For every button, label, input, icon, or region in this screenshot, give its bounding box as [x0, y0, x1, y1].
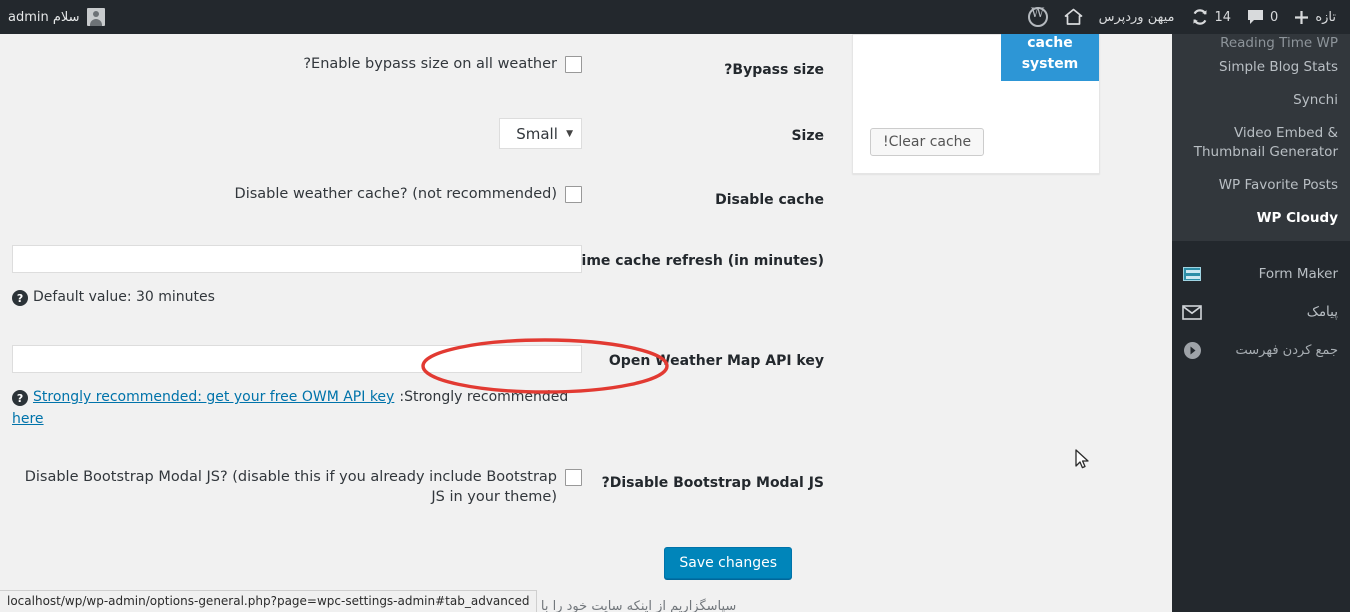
time-cache-refresh-helper: ? Default value: 30 minutes [12, 287, 582, 308]
owm-api-key-here-link[interactable]: here [12, 409, 44, 430]
admin-bar-account[interactable]: سلام admin [8, 0, 105, 34]
sidebar-collapse-label: جمع کردن فهرست [1235, 342, 1338, 358]
owm-api-key-helper-prefix: Strongly recommended: [399, 389, 569, 405]
sidebar-item-video-embed-thumbnail-generator[interactable]: Video Embed & Thumbnail Generator [1172, 117, 1350, 169]
admin-bar-comments[interactable]: 0 [1239, 0, 1286, 34]
admin-bar-wp-logo[interactable] [1020, 0, 1056, 34]
form-row-bypass-size: Bypass size? Enable bypass size on all w… [0, 54, 1172, 118]
sidebar-item-wp-favorite-posts[interactable]: WP Favorite Posts [1172, 169, 1350, 202]
sidebar-item-label: Simple Blog Stats [1219, 59, 1338, 75]
updates-count: 14 [1214, 9, 1232, 25]
time-cache-refresh-helper-text: Default value: 30 minutes [33, 289, 215, 305]
admin-bar-new-content[interactable]: تازه [1286, 0, 1344, 34]
user-avatar-icon [86, 8, 105, 26]
bypass-size-checkbox[interactable] [565, 56, 582, 73]
form-row-size: Size ▼ Small [0, 118, 1172, 184]
sidebar-separator [1172, 241, 1350, 255]
site-name-label: میهن وردپرس [1098, 9, 1175, 25]
question-mark-icon[interactable]: ? [12, 390, 28, 406]
sidebar-collapse-menu-button[interactable]: جمع کردن فهرست [1172, 331, 1350, 369]
disable-cache-checkbox-label: Disable weather cache? (not recommended) [234, 186, 557, 202]
settings-form-table: Bypass size? Enable bypass size on all w… [0, 54, 1172, 593]
admin-bar-updates[interactable]: 14 [1183, 0, 1240, 34]
disable-cache-checkbox[interactable] [565, 186, 582, 203]
sidebar-item-label: Form Maker [1258, 266, 1338, 282]
admin-bar: سلام admin تازه 0 14 میهن وردپرس W [0, 0, 1350, 34]
collapse-arrow-icon [1182, 340, 1202, 360]
label-size: Size [791, 128, 824, 144]
form-row-disable-bootstrap-modal: Disable Bootstrap Modal JS? Disable Boot… [0, 467, 1172, 543]
sidebar-item-reading-time-wp[interactable]: Reading Time WP [1172, 34, 1350, 51]
admin-bar-new-label: تازه [1315, 9, 1336, 25]
owm-api-key-helper-second-line: here [12, 409, 582, 430]
comments-count: 0 [1270, 9, 1279, 25]
wordpress-logo-icon [1027, 6, 1048, 27]
admin-sidebar-menu: Reading Time WP Simple Blog Stats Synchi… [1172, 34, 1350, 612]
sidebar-plugin-group: Reading Time WP Simple Blog Stats Synchi… [1172, 34, 1350, 241]
field-bypass-size: Enable bypass size on all weather? [0, 54, 582, 74]
sidebar-item-synchi[interactable]: Synchi [1172, 84, 1350, 117]
envelope-icon [1182, 302, 1202, 322]
admin-bar-site-name[interactable]: میهن وردپرس [1091, 0, 1183, 34]
form-row-submit: Save changes [0, 543, 1172, 593]
sidebar-item-label: Reading Time WP [1220, 35, 1338, 51]
form-row-time-cache-refresh: Time cache refresh (in minutes) ? Defaul… [0, 245, 1172, 345]
admin-bar-site-home[interactable] [1056, 0, 1091, 34]
size-select-value: Small [516, 124, 558, 143]
sidebar-item-label: پیامک [1306, 304, 1338, 320]
browser-status-bar-url: localhost/wp/wp-admin/options-general.ph… [0, 590, 538, 612]
field-disable-cache: Disable weather cache? (not recommended) [0, 184, 582, 204]
admin-bar-greeting: سلام admin [8, 9, 80, 25]
plus-icon [1294, 10, 1309, 25]
screen: سلام admin تازه 0 14 میهن وردپرس W Readi… [0, 0, 1350, 612]
form-row-disable-cache: Disable cache Disable weather cache? (no… [0, 184, 1172, 245]
question-mark-icon[interactable]: ? [12, 290, 28, 306]
settings-content-area: cache system Clear cache! Bypass size? E… [0, 28, 1172, 612]
time-cache-refresh-input[interactable] [12, 245, 582, 273]
sidebar-item-wp-cloudy[interactable]: WP Cloudy [1172, 202, 1350, 235]
label-disable-cache: Disable cache [715, 192, 824, 208]
owm-api-key-helper: ? Strongly recommended: get your free OW… [12, 387, 582, 408]
save-changes-button[interactable]: Save changes [664, 547, 792, 579]
size-select[interactable]: ▼ Small [499, 118, 582, 149]
field-disable-bootstrap-modal: Disable Bootstrap Modal JS? (disable thi… [0, 467, 582, 507]
home-icon [1064, 8, 1083, 26]
sidebar-item-form-maker[interactable]: Form Maker [1172, 255, 1350, 293]
comment-bubble-icon [1247, 9, 1264, 25]
sidebar-item-sms[interactable]: پیامک [1172, 293, 1350, 331]
form-row-owm-api-key: Open Weather Map API key ? Strongly reco… [0, 345, 1172, 467]
sidebar-item-label: WP Favorite Posts [1218, 177, 1338, 193]
sidebar-item-simple-blog-stats[interactable]: Simple Blog Stats [1172, 51, 1350, 84]
label-disable-bootstrap-modal: Disable Bootstrap Modal JS? [601, 475, 824, 491]
sidebar-item-label: Synchi [1293, 92, 1338, 108]
label-bypass-size: Bypass size? [724, 62, 824, 78]
sidebar-item-label: WP Cloudy [1256, 210, 1338, 226]
label-time-cache-refresh: Time cache refresh (in minutes) [571, 253, 824, 269]
owm-api-key-input[interactable] [12, 345, 582, 373]
chevron-down-icon: ▼ [566, 128, 573, 139]
sidebar-item-label: Video Embed & Thumbnail Generator [1193, 125, 1338, 160]
bypass-size-checkbox-label: Enable bypass size on all weather? [303, 56, 557, 72]
disable-bootstrap-modal-checkbox[interactable] [565, 469, 582, 486]
owm-api-key-link[interactable]: Strongly recommended: get your free OWM … [33, 387, 394, 408]
refresh-icon [1191, 8, 1209, 26]
label-owm-api-key: Open Weather Map API key [608, 353, 824, 369]
disable-bootstrap-modal-checkbox-label: Disable Bootstrap Modal JS? (disable thi… [24, 469, 557, 505]
admin-bar-right-group: تازه 0 14 میهن وردپرس W [1020, 0, 1344, 34]
form-maker-icon [1182, 264, 1202, 284]
